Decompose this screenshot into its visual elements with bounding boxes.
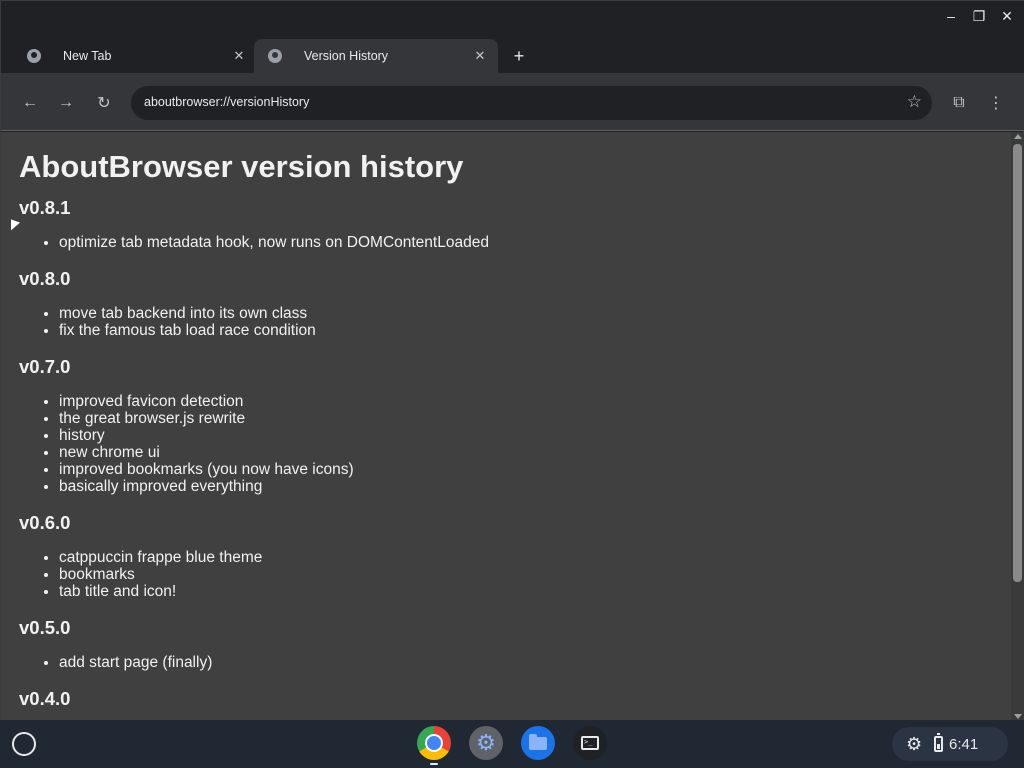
tab-close-button[interactable]: ✕ (472, 48, 488, 64)
globe-icon (27, 49, 41, 63)
settings-icon[interactable]: ⚙ (469, 726, 503, 760)
release-notes-list: catppuccin frappe blue themebookmarkstab… (59, 549, 993, 600)
active-app-indicator (430, 763, 438, 765)
tab-label: New Tab (63, 49, 112, 63)
release-note-item: move tab backend into its own class (59, 305, 993, 322)
page-content: AboutBrowser version history v0.8.1 optim… (1, 132, 1011, 721)
bookmark-star-icon[interactable]: ☆ (907, 92, 922, 112)
release-notes-list: improved favicon detectionthe great brow… (59, 393, 993, 495)
release-note-item: bookmarks (59, 566, 993, 583)
menu-button[interactable]: ⋮ (985, 92, 1007, 114)
release-notes-list: add start page (finally) (59, 654, 993, 671)
release-note-item: the great browser.js rewrite (59, 410, 993, 427)
version-heading: v0.6.0 (19, 512, 71, 533)
reload-button[interactable]: ↻ (93, 92, 115, 114)
vertical-scrollbar[interactable] (1011, 132, 1024, 721)
version-list: v0.8.1 optimize tab metadata hook, now ru… (19, 196, 993, 711)
folder-icon (529, 733, 547, 750)
release-notes-list: move tab backend into its own classfix t… (59, 305, 993, 339)
terminal-icon[interactable]: >_ (573, 726, 607, 760)
release-note-item: fix the famous tab load race condition (59, 322, 993, 339)
shelf: ⚙ >_ ⚙ 6:41 (0, 720, 1024, 768)
clock-time: 6:41 (949, 735, 979, 753)
terminal-prompt-icon: >_ (581, 736, 599, 750)
release-note-item: improved bookmarks (you now have icons) (59, 461, 993, 478)
title-bar: – ❐ ✕ (1, 1, 1024, 31)
tab-version-history[interactable]: Version History ✕ (254, 39, 498, 73)
page-title: AboutBrowser version history (19, 149, 464, 184)
release-note-item: improved favicon detection (59, 393, 993, 410)
version-heading: v0.5.0 (19, 617, 71, 638)
files-icon[interactable] (521, 726, 555, 760)
tab-close-button[interactable]: ✕ (231, 48, 247, 64)
chrome-icon[interactable] (417, 726, 451, 760)
tab-strip: New Tab ✕ Version History ✕ + (1, 31, 1024, 73)
release-note-item: new chrome ui (59, 444, 993, 461)
status-tray[interactable]: ⚙ 6:41 (892, 727, 1008, 761)
tab-label: Version History (304, 49, 389, 63)
version-heading: v0.8.0 (19, 268, 71, 289)
forward-button[interactable]: → (55, 92, 77, 114)
scroll-up-arrow-icon[interactable] (1014, 134, 1022, 139)
toolbar: ← → ↻ aboutbrowser://versionHistory ☆ ⧉ … (1, 73, 1024, 131)
release-notes-list: optimize tab metadata hook, now runs on … (59, 234, 993, 251)
address-bar[interactable]: aboutbrowser://versionHistory ☆ (131, 86, 932, 120)
release-note-item: optimize tab metadata hook, now runs on … (59, 234, 993, 251)
new-tab-button[interactable]: + (509, 46, 529, 66)
back-button[interactable]: ← (19, 92, 41, 114)
close-window-button[interactable]: ✕ (996, 5, 1018, 27)
url-text[interactable]: aboutbrowser://versionHistory (144, 95, 309, 109)
version-heading: v0.7.0 (19, 356, 71, 377)
maximize-button[interactable]: ❐ (968, 5, 990, 27)
release-note-item: catppuccin frappe blue theme (59, 549, 993, 566)
battery-icon (934, 733, 943, 752)
minimize-button[interactable]: – (940, 5, 962, 27)
globe-icon (268, 49, 282, 63)
version-heading: v0.8.1 (19, 197, 71, 218)
release-note-item: add start page (finally) (59, 654, 993, 671)
version-heading: v0.4.0 (19, 688, 71, 709)
tab-new-tab[interactable]: New Tab ✕ (13, 39, 257, 73)
scrollbar-thumb[interactable] (1013, 144, 1022, 582)
browser-window: – ❐ ✕ New Tab ✕ Version History ✕ + ← → … (0, 0, 1024, 721)
release-note-item: tab title and icon! (59, 583, 993, 600)
launcher-button[interactable] (12, 732, 36, 756)
release-note-item: history (59, 427, 993, 444)
scroll-down-arrow-icon[interactable] (1014, 714, 1022, 719)
extensions-icon[interactable]: ⧉ (948, 92, 970, 114)
release-note-item: basically improved everything (59, 478, 993, 495)
gear-icon: ⚙ (906, 733, 923, 754)
